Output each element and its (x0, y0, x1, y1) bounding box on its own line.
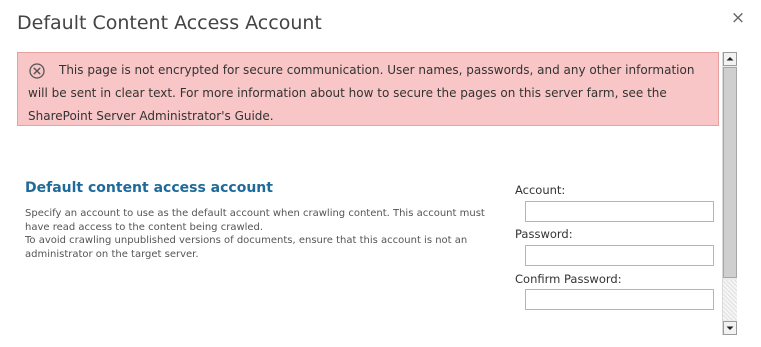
dialog: Default Content Access Account × This pa… (0, 0, 761, 347)
security-warning-banner: This page is not encrypted for secure co… (17, 52, 719, 126)
dialog-content: This page is not encrypted for secure co… (0, 52, 722, 347)
dialog-title: Default Content Access Account (17, 12, 322, 34)
section-description: Specify an account to use as the default… (25, 207, 500, 261)
scroll-track[interactable] (723, 280, 737, 320)
close-button[interactable]: × (729, 9, 747, 27)
warning-message: This page is not encrypted for secure co… (28, 63, 695, 123)
section-heading: Default content access account (25, 180, 273, 196)
account-label: Account: (515, 183, 566, 197)
confirm-password-label: Confirm Password: (515, 272, 622, 286)
arrow-down-icon (726, 326, 734, 330)
description-line-2: To avoid crawling unpublished versions o… (25, 235, 468, 260)
account-input[interactable] (525, 201, 714, 222)
arrow-up-icon (726, 57, 734, 61)
scroll-thumb[interactable] (723, 67, 737, 278)
close-icon: × (730, 8, 746, 28)
description-line-1: Specify an account to use as the default… (25, 208, 485, 233)
vertical-scrollbar[interactable] (722, 52, 737, 335)
confirm-password-input[interactable] (525, 289, 714, 310)
scroll-down-button[interactable] (723, 321, 737, 335)
password-input[interactable] (525, 245, 714, 266)
scroll-up-button[interactable] (723, 52, 737, 66)
password-label: Password: (515, 227, 573, 241)
